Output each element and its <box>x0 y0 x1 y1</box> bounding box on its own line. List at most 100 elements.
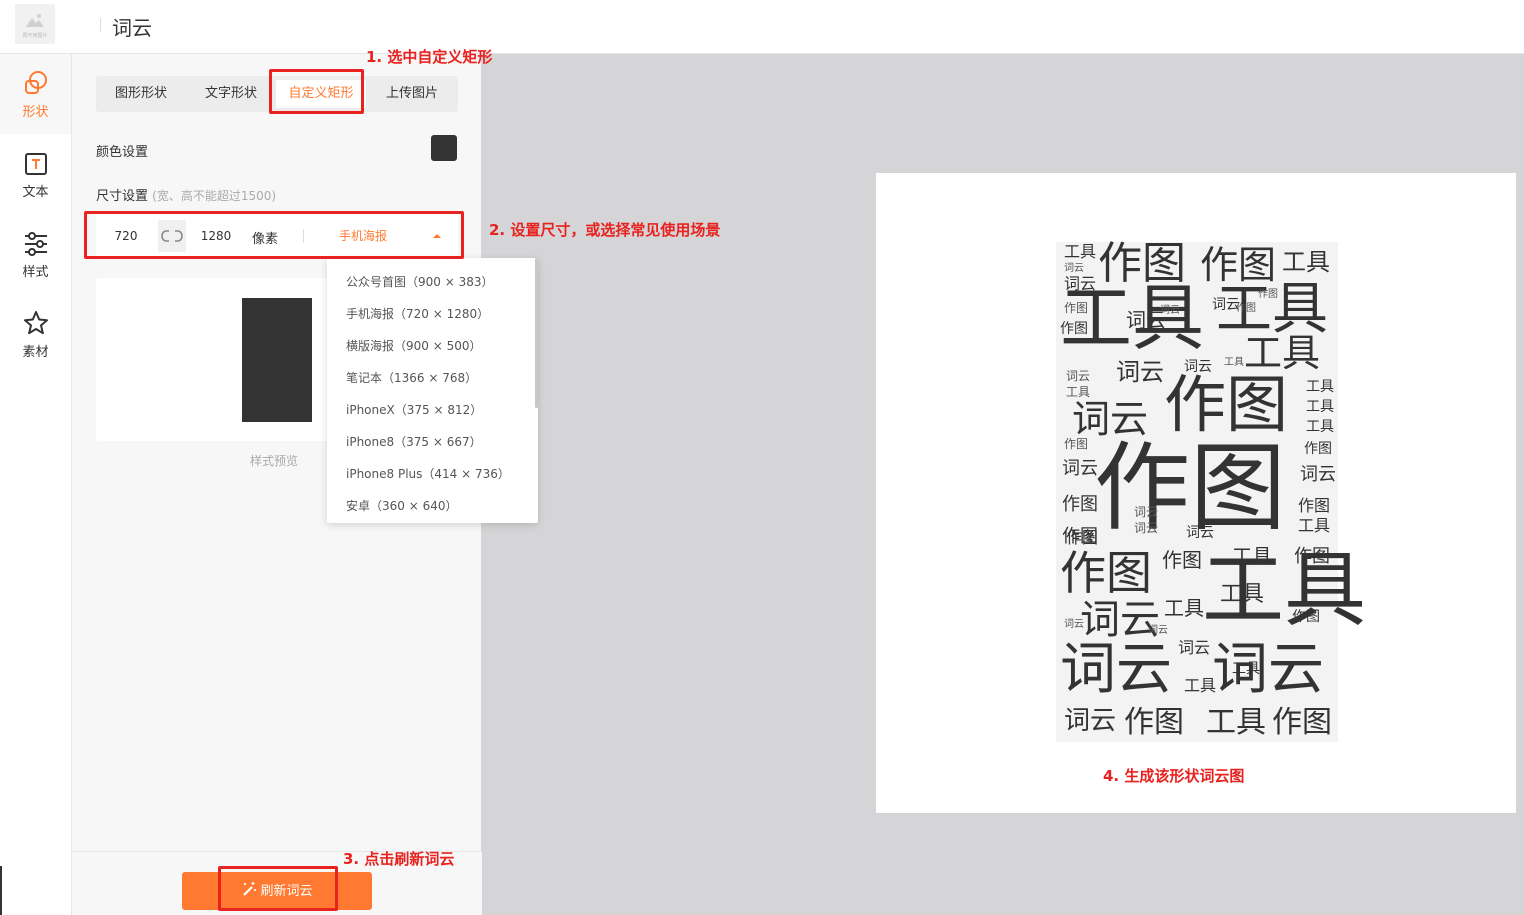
preset-option[interactable]: 手机海报（720 × 1280） <box>327 298 537 330</box>
wordcloud-word: 词云 <box>1160 305 1180 316</box>
app-header: 再不用图片 词云 <box>0 0 1524 54</box>
canvas: 作图 作图 工具 工具 词云 工具 工具 词云 词云 工具 作图 词云 词云 作图 词云 工具 工具 工具 作图 作图… <box>876 173 1516 813</box>
wordcloud-word: 工具 <box>1232 661 1260 677</box>
nav-item-style[interactable]: 样式 <box>0 232 71 302</box>
preset-option[interactable]: iPhone8 Plus（414 × 736） <box>327 458 537 490</box>
left-nav: 形状 文本 样式 素材 <box>0 54 71 915</box>
wordcloud-word: 工具 <box>1220 582 1265 607</box>
star-icon <box>23 311 48 335</box>
wordcloud-word: 作图 <box>1272 705 1332 740</box>
color-swatch[interactable] <box>431 135 457 161</box>
tab-graphic-shape[interactable]: 图形形状 <box>96 76 186 112</box>
wordcloud-word: 作图 <box>1294 546 1330 567</box>
wordcloud-word: 词云 <box>1064 263 1084 274</box>
width-input[interactable] <box>96 220 156 252</box>
wordcloud-word: 工具 <box>1306 379 1334 395</box>
preset-option[interactable]: 横版海报（900 × 500） <box>327 330 537 362</box>
preset-dropdown: 公众号首图（900 × 383） 手机海报（720 × 1280） 横版海报（9… <box>327 258 538 523</box>
preset-option[interactable]: iPhoneX（375 × 812） <box>327 394 537 426</box>
wordcloud-word: 作图 <box>1124 705 1184 740</box>
wordcloud-word: 作图 <box>1304 441 1332 457</box>
wordcloud-word: 作图 <box>1064 437 1089 451</box>
nav-label-text: 文本 <box>22 185 49 200</box>
wordcloud-word: 作图 <box>1094 432 1286 544</box>
nav-label-style: 样式 <box>22 265 49 280</box>
wordcloud-word: 作图 <box>1164 368 1289 441</box>
annotation-step-1: 1. 选中自定义矩形 <box>366 48 493 66</box>
header-divider <box>100 18 101 32</box>
preset-option[interactable]: 安卓（360 × 640） <box>327 490 537 522</box>
refresh-wordcloud-button[interactable]: 刷新词云 <box>182 872 372 910</box>
wordcloud-word: 词云 <box>1062 458 1098 479</box>
size-setting-hint: (宽、高不能超过1500) <box>152 189 277 203</box>
preset-value: 手机海报 <box>339 229 388 243</box>
image-placeholder-icon <box>26 14 44 27</box>
wordcloud-word: 词云 <box>1064 706 1117 736</box>
preset-select[interactable]: 手机海报 <box>329 220 449 252</box>
size-divider <box>303 229 304 243</box>
refresh-label: 刷新词云 <box>260 883 313 898</box>
wordcloud-word: 工具 <box>1206 705 1266 740</box>
preset-option[interactable]: 公众号首图（900 × 383） <box>327 266 537 298</box>
unit-label: 像素 <box>252 232 279 247</box>
annotation-step-2: 2. 设置尺寸，或选择常见使用场景 <box>489 221 721 239</box>
nav-item-material[interactable]: 素材 <box>0 310 71 380</box>
sliders-icon <box>24 232 47 256</box>
wordcloud-word: 作图 <box>1066 528 1099 547</box>
preset-option[interactable]: iPhone8（375 × 667） <box>327 426 537 458</box>
wordcloud-word: 词云 <box>1300 464 1336 485</box>
wordcloud-word: 工具 <box>1164 596 1204 620</box>
tab-text-shape[interactable]: 文字形状 <box>186 76 276 112</box>
nav-item-shape[interactable]: 形状 <box>0 70 71 140</box>
wordcloud-word: 词云 <box>1134 521 1159 535</box>
size-row: 像素 手机海报 <box>96 214 458 258</box>
wordcloud-word: 工具 <box>1064 242 1097 261</box>
nav-item-text[interactable]: 文本 <box>0 152 71 222</box>
preview-label: 样式预览 <box>250 454 299 468</box>
wordcloud-word: 作图 <box>1060 321 1088 337</box>
wordcloud-word: 工具 <box>1306 419 1334 435</box>
wordcloud-word: 工具 <box>1306 399 1334 415</box>
page-title: 词云 <box>112 16 152 40</box>
magic-wand-icon <box>243 882 257 896</box>
wordcloud-word: 作图 <box>1236 303 1256 314</box>
wordcloud-word: 作图 <box>1064 301 1089 315</box>
wordcloud-word: 作图 <box>1060 546 1152 600</box>
shape-tabs: 图形形状 文字形状 自定义矩形 上传图片 <box>96 76 458 112</box>
height-input[interactable] <box>187 220 245 252</box>
annotation-step-3: 3. 点击刷新词云 <box>343 850 455 868</box>
wordcloud-word: 词云 <box>1134 505 1159 519</box>
size-setting-heading: 尺寸设置 (宽、高不能超过1500) <box>96 185 276 204</box>
wordcloud-word: 工具 <box>1282 248 1330 276</box>
preset-option[interactable]: 笔记本（1366 × 768） <box>327 362 537 394</box>
wordcloud-word: 词云 <box>1212 637 1324 702</box>
wordcloud-word: 工具 <box>1298 516 1331 535</box>
wordcloud-word: 词云 <box>1186 525 1214 541</box>
wordcloud-word: 词云 <box>1064 619 1084 630</box>
wordcloud-word: 词云 <box>1066 369 1091 383</box>
tab-upload-image[interactable]: 上传图片 <box>366 76 458 112</box>
wordcloud-word: 词云 <box>1116 358 1164 386</box>
wordcloud-word: 作图 <box>1162 548 1202 572</box>
link-ratio-button[interactable] <box>158 220 186 252</box>
wordcloud-word: 作图 <box>1298 496 1331 515</box>
shape-icon <box>24 71 47 94</box>
dropdown-scrollbar[interactable] <box>535 258 538 408</box>
wordcloud-word: 工具 <box>1244 331 1321 375</box>
wordcloud-word: 工具 <box>1184 676 1217 695</box>
logo-caption: 再不用图片 <box>22 33 48 39</box>
wordcloud-word: 词云 <box>1148 625 1168 636</box>
link-icon <box>161 230 183 242</box>
caret-up-icon <box>433 234 441 238</box>
wordcloud-word: 工具 <box>1224 357 1244 368</box>
nav-label-shape: 形状 <box>22 105 49 120</box>
wordcloud-word: 作图 <box>1258 289 1278 300</box>
wordcloud-word: 作图 <box>1292 609 1320 625</box>
size-setting-label: 尺寸设置 <box>96 189 149 204</box>
tab-custom-rect[interactable]: 自定义矩形 <box>276 80 366 108</box>
nav-label-material: 素材 <box>22 345 49 360</box>
edge-bar <box>0 866 2 915</box>
preview-rect <box>242 298 312 422</box>
color-setting-label: 颜色设置 <box>96 145 149 160</box>
app-logo[interactable]: 再不用图片 <box>15 4 55 44</box>
